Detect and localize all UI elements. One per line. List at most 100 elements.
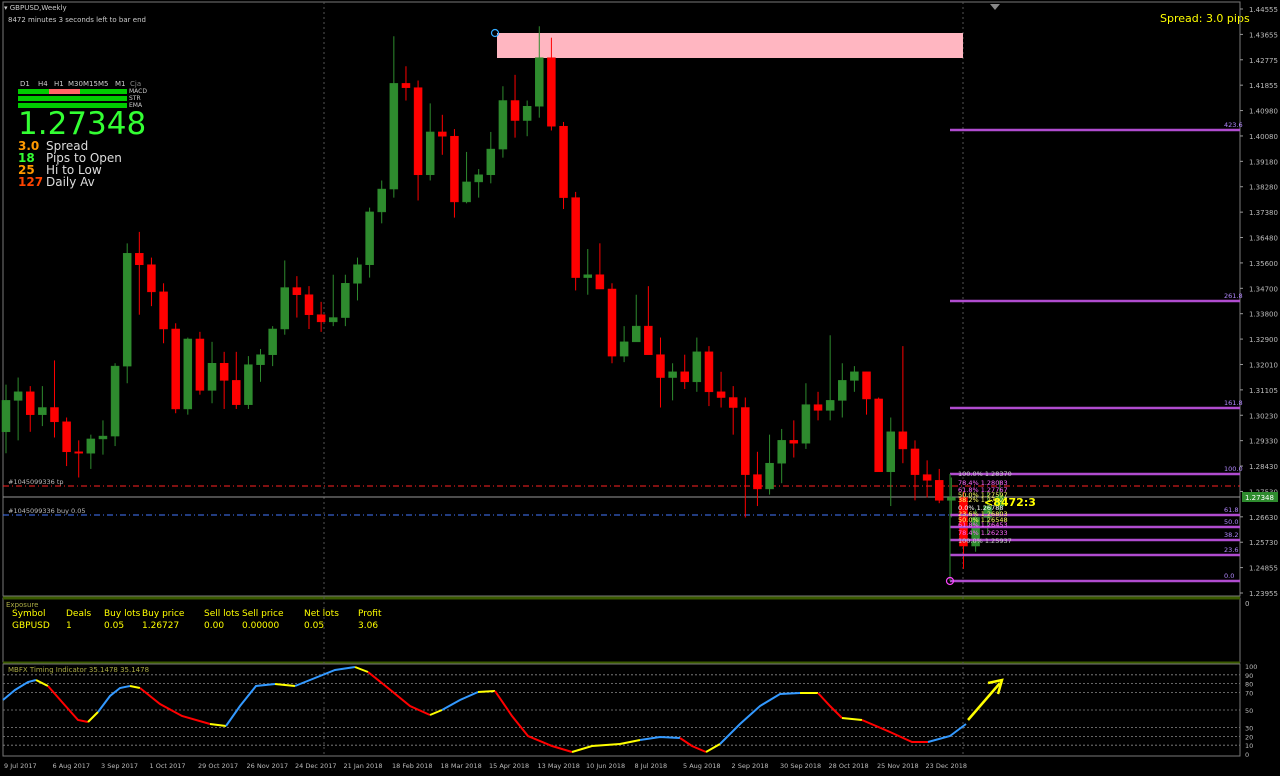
indicator-line-segment <box>35 679 49 687</box>
bear-candle <box>304 294 314 315</box>
indicator-line-segment <box>429 709 443 716</box>
price-axis-label: 1.32900 <box>1249 336 1278 344</box>
indicator-level-label: 70 <box>1245 689 1253 697</box>
date-axis-label: 23 Dec 2018 <box>926 762 968 770</box>
bear-candle <box>656 354 665 378</box>
main-pane-border <box>2 1 1241 597</box>
bear-candle <box>316 314 326 323</box>
indicator-level-label: 100 <box>1245 663 1257 671</box>
bull-candle <box>777 440 786 464</box>
fib-level-label: 423.6 <box>1224 121 1243 129</box>
date-axis-label: 26 Nov 2017 <box>247 762 289 770</box>
bull-candle <box>535 57 544 107</box>
date-axis-label: 18 Feb 2018 <box>392 762 432 770</box>
indicator-line-segment <box>139 687 211 725</box>
bear-candle <box>898 431 908 450</box>
indicator-line-segment <box>441 691 479 711</box>
bull-candle <box>328 317 338 323</box>
bear-candle <box>147 264 156 293</box>
indicator-line-segment <box>494 690 573 753</box>
bear-candle <box>910 448 920 475</box>
bull-candle <box>692 351 702 383</box>
fib-level-label: 0.0 <box>1224 572 1234 580</box>
indicator-line-segment <box>927 723 967 743</box>
current-price-tag-label: 1.27348 <box>1245 494 1274 502</box>
indicator-line-segment <box>47 685 89 723</box>
fib-small-label: 61.8% 1.26453 <box>958 521 1008 529</box>
bull-candle <box>110 365 120 437</box>
bear-candle <box>74 451 83 454</box>
date-axis-label: 2 Sep 2018 <box>732 762 769 770</box>
bear-candle <box>25 391 35 415</box>
indicator-level-label: 20 <box>1245 733 1253 741</box>
price-axis-label: 1.25730 <box>1249 539 1278 547</box>
buy-label: #1045099336 buy 0.05 <box>8 507 86 515</box>
bear-candle <box>559 125 568 198</box>
fib-small-label: 78.4% 1.26233 <box>958 529 1008 537</box>
bull-candle <box>1 400 11 433</box>
bear-candle <box>644 325 653 355</box>
bull-candle <box>268 328 277 355</box>
price-axis-label: 1.40080 <box>1249 133 1278 141</box>
fib-level-label: 100.0 <box>1224 465 1243 473</box>
fib-level-label: 23.6 <box>1224 546 1238 554</box>
bear-candle <box>595 274 605 290</box>
price-axis-label: 1.31105 <box>1249 387 1278 395</box>
exposure-cell: 1.26727 <box>142 621 180 631</box>
date-axis-label: 13 May 2018 <box>538 762 580 770</box>
price-axis-label: 1.36480 <box>1249 235 1278 243</box>
bear-candle <box>401 83 411 88</box>
bull-candle <box>425 131 435 176</box>
exposure-cell: 0.00000 <box>242 621 280 631</box>
exposure-cell: 1 <box>66 621 72 631</box>
indicator-level-label: 0 <box>1245 751 1249 759</box>
bear-candle <box>716 391 726 398</box>
bear-candle <box>62 421 71 453</box>
fib-level-label: 38.2 <box>1224 531 1238 539</box>
exposure-header: Buy price <box>142 609 185 619</box>
indicator-line-segment <box>87 711 99 723</box>
price-chart[interactable]: 1.44555 1.43655 1.42775 1.41855 1.40980 1.400… <box>0 0 1280 776</box>
indicator-line-segment <box>639 735 681 741</box>
date-axis-label: 29 Oct 2017 <box>198 762 238 770</box>
price-axis-label: 1.23955 <box>1249 590 1278 598</box>
bull-candle <box>486 148 496 176</box>
price-axis-label: 1.28430 <box>1249 463 1278 471</box>
exposure-cell: GBPUSD <box>12 621 50 631</box>
bull-candle <box>947 497 956 501</box>
exposure-header: Net lots <box>304 609 339 619</box>
exposure-header: Sell price <box>242 609 284 619</box>
bull-candle <box>389 83 399 190</box>
exposure-table: Symbol Deals Buy lots Buy price Sell lots Sel… <box>0 609 1240 635</box>
bull-candle <box>98 435 108 440</box>
bear-candle <box>438 131 447 137</box>
price-axis-label: 1.35600 <box>1249 260 1278 268</box>
bull-candle <box>353 264 362 284</box>
indicator-line-segment <box>619 739 641 745</box>
bear-candle <box>219 363 229 381</box>
indicator-level-label: 90 <box>1245 672 1253 680</box>
bear-candle <box>728 397 738 408</box>
price-axis-label: 1.39180 <box>1249 158 1278 166</box>
exposure-cell: 0.00 <box>204 621 225 631</box>
bull-candle <box>13 391 23 401</box>
bull-candle <box>207 363 217 391</box>
fib-level-label: 161.8 <box>1224 399 1243 407</box>
indicator-level-label: 30 <box>1245 725 1253 733</box>
exposure-axis-label: 0 <box>1245 600 1249 608</box>
bear-candle <box>789 440 799 444</box>
date-axis-label: 28 Oct 2018 <box>829 762 869 770</box>
fib-level-label: 50.0 <box>1224 518 1238 526</box>
bear-candle <box>232 380 241 405</box>
bull-candle <box>474 174 483 183</box>
exposure-title: Exposure <box>6 601 39 609</box>
indicator-line-segment <box>477 690 496 693</box>
date-axis-label: 15 Apr 2018 <box>489 762 529 770</box>
exposure-header: Buy lots <box>104 609 141 619</box>
fib-small-label: 100.0% 1.25937 <box>958 537 1012 545</box>
supply-zone <box>497 33 963 58</box>
bull-candle <box>244 364 253 405</box>
bull-candle <box>256 354 265 365</box>
bear-candle <box>704 351 714 393</box>
exposure-header: Deals <box>66 609 92 619</box>
